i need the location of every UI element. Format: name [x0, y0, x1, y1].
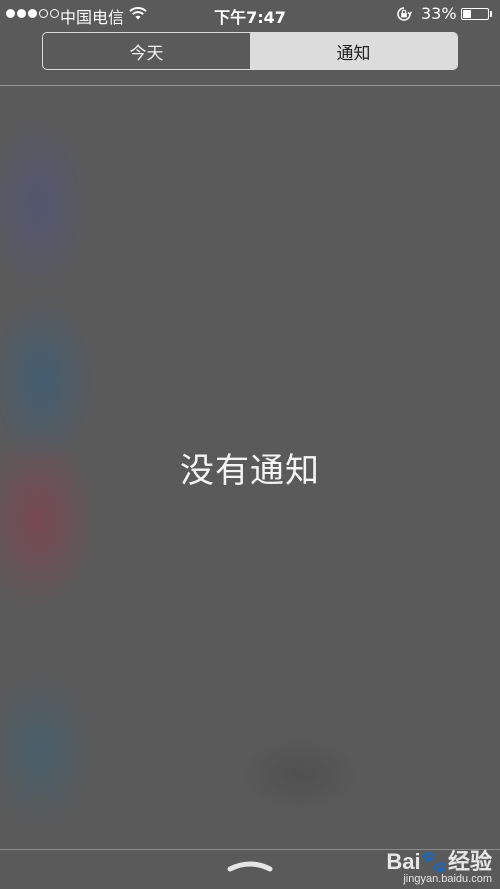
tab-notifications-label: 通知	[336, 43, 371, 64]
watermark-logo: Bai🐾经验	[386, 849, 492, 874]
watermark-url: jingyan.baidu.com	[403, 873, 492, 885]
battery-tip	[490, 11, 492, 17]
battery-icon	[461, 8, 489, 20]
tab-today-label: 今天	[129, 43, 164, 64]
header-divider	[0, 85, 500, 86]
grabber-chevron-icon[interactable]	[226, 858, 274, 878]
battery-percent: 33%	[421, 4, 457, 23]
status-bar: 中国电信 下午7:47 33%	[0, 0, 500, 28]
tab-today[interactable]: 今天	[43, 33, 250, 69]
rotation-lock-icon	[396, 6, 413, 26]
no-notifications-message: 没有通知	[180, 451, 320, 491]
view-segmented-control[interactable]: 今天 通知	[42, 32, 458, 70]
tab-notifications[interactable]: 通知	[250, 33, 457, 69]
baidu-jingyan-watermark: Bai🐾经验 jingyan.baidu.com	[386, 849, 492, 886]
